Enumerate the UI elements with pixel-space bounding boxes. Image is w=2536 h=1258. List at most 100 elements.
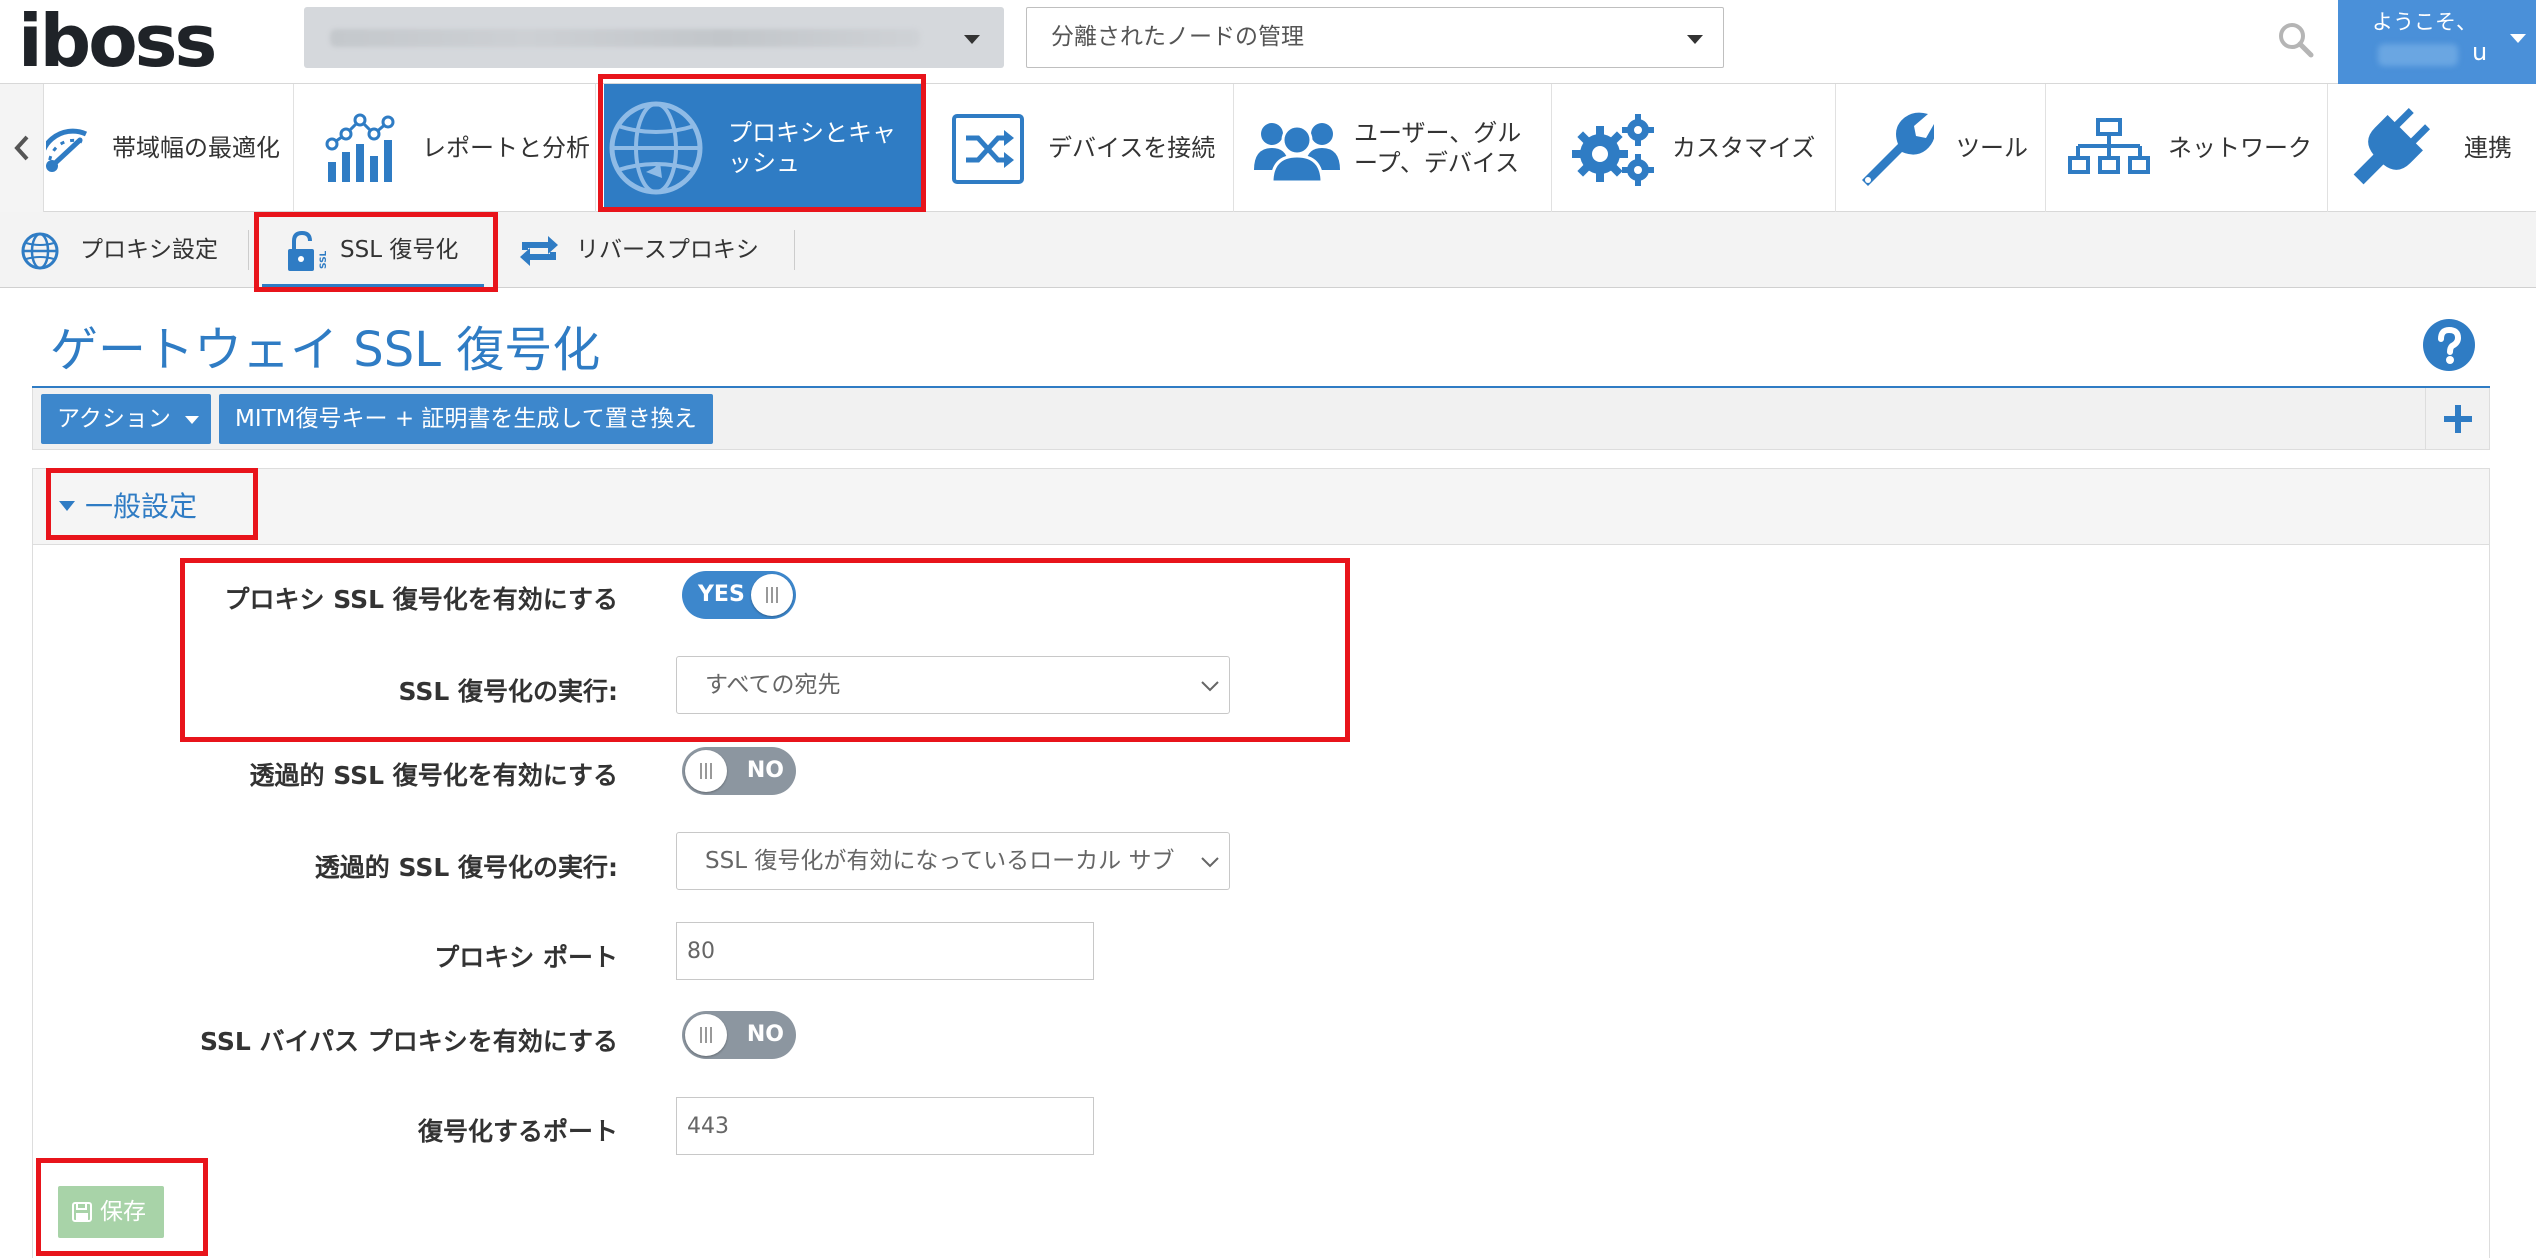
toggle-text: NO — [746, 1022, 784, 1047]
globe-icon — [609, 101, 703, 195]
nav-label-line: プロキシとキャ — [728, 119, 896, 147]
tab-reverse-proxy[interactable]: リバースプロキシ — [516, 212, 786, 288]
toggle-text: YES — [698, 582, 745, 607]
nav-label-line: ープ、デバイス — [1354, 149, 1520, 177]
plus-icon — [2444, 405, 2472, 433]
users-icon — [1254, 123, 1340, 184]
ssl-bypass-label: SSL バイパス プロキシを有効にする — [200, 1027, 618, 1056]
panel-title: 一般設定 — [85, 490, 198, 523]
ssl-exec-value: すべての宛先 — [705, 672, 841, 698]
nav-connect-device[interactable]: デバイスを接続 — [922, 84, 1234, 212]
user-menu[interactable]: ようこそ、 u — [2338, 0, 2536, 84]
nav-label: デバイスを接続 — [1048, 134, 1216, 162]
user-name: u — [2472, 38, 2488, 66]
wrench-icon — [1862, 112, 1934, 186]
ssl-exec-label-text: SSL 復号化の実行: — [398, 677, 618, 706]
nav-users-groups[interactable]: ユーザー、グル ープ、デバイス — [1234, 84, 1552, 212]
tab-label: SSL 復号化 — [340, 237, 459, 263]
transparent-exec-value: SSL 復号化が有効になっているローカル サブ — [705, 848, 1175, 874]
nav-reports[interactable]: レポートと分析 — [294, 84, 596, 212]
main-nav: 帯域幅の最適化 レポートと分析 プロキシとキャ ッシュ デバイスを接続 ユーザー… — [0, 84, 2536, 212]
triangle-down-icon — [59, 501, 75, 511]
tab-ssl-decryption[interactable]: SSL SSL 復号化 — [262, 212, 484, 288]
toolbar: アクション MITM復号キー + 証明書を生成して置き換え — [32, 388, 2490, 450]
user-name-redacted — [2378, 44, 2458, 66]
nav-label: レポートと分析 — [422, 134, 590, 162]
svg-text:SSL: SSL — [319, 250, 326, 269]
ssl-exec-select[interactable]: すべての宛先 — [676, 656, 1230, 714]
transparent-ssl-toggle[interactable]: NO — [682, 747, 796, 795]
nav-label: ユーザー、グル ープ、デバイス — [1354, 84, 1521, 212]
node-select[interactable] — [304, 7, 1004, 68]
generate-mitm-key-button[interactable]: MITM復号キー + 証明書を生成して置き換え — [219, 394, 713, 444]
nav-label: ネットワーク — [2168, 134, 2312, 162]
network-icon — [2068, 118, 2150, 174]
nav-label: ツール — [1956, 134, 2028, 162]
caret-down-icon — [1687, 35, 1703, 44]
tab-label: リバースプロキシ — [576, 237, 759, 263]
nav-label-line: ユーザー、グル — [1354, 119, 1522, 147]
actions-dropdown[interactable]: アクション — [41, 394, 211, 444]
nav-proxy-cache[interactable]: プロキシとキャ ッシュ — [604, 84, 922, 212]
ssl-exec-label: SSL 復号化の実行: — [398, 672, 618, 708]
chevron-down-icon — [1199, 679, 1221, 693]
nav-label-line: ッシュ — [728, 149, 800, 177]
toggle-text: NO — [746, 758, 784, 783]
transparent-exec-label: 透過的 SSL 復号化の実行: — [314, 853, 618, 882]
node-management-select[interactable]: 分離されたノードの管理 — [1026, 7, 1724, 68]
welcome-text: ようこそ、 — [2372, 10, 2477, 34]
toggle-knob — [685, 750, 727, 792]
transparent-ssl-label: 透過的 SSL 復号化を有効にする — [249, 761, 618, 790]
actions-label: アクション — [57, 406, 171, 432]
general-settings-header[interactable]: 一般設定 — [33, 469, 2489, 545]
transparent-exec-select[interactable]: SSL 復号化が有効になっているローカル サブ — [676, 832, 1230, 890]
divider — [794, 230, 795, 270]
sub-nav: プロキシ設定 SSL SSL 復号化 リバースプロキシ — [0, 212, 2536, 288]
decrypt-port-input[interactable] — [676, 1097, 1094, 1155]
floppy-disk-icon — [72, 1202, 92, 1222]
nav-label: カスタマイズ — [1672, 134, 1816, 162]
bar-chart-icon — [325, 113, 395, 182]
nav-label: 連携 — [2464, 134, 2512, 162]
caret-down-icon — [2510, 34, 2526, 43]
shuffle-icon — [952, 114, 1024, 184]
add-button[interactable] — [2425, 388, 2489, 450]
nav-network[interactable]: ネットワーク — [2046, 84, 2328, 212]
toggle-knob — [685, 1014, 727, 1056]
top-bar: iboss 分離されたノードの管理 ようこそ、 u — [0, 0, 2536, 84]
chevron-left-icon — [14, 135, 29, 161]
toggle-knob — [751, 574, 793, 616]
nav-integrations[interactable]: 連携 — [2328, 84, 2536, 212]
proxy-port-input[interactable] — [676, 922, 1094, 980]
page-title: ゲートウェイ SSL 復号化 — [50, 322, 601, 378]
gears-icon — [1572, 114, 1654, 186]
globe-icon — [21, 232, 59, 270]
divider — [248, 230, 249, 270]
logo-text: iboss — [18, 0, 217, 83]
nav-tools[interactable]: ツール — [1836, 84, 2046, 212]
nav-label: 帯域幅の最適化 — [112, 134, 280, 162]
proxy-ssl-toggle[interactable]: YES — [682, 571, 796, 619]
refresh-arrows-icon — [520, 236, 558, 266]
save-label: 保存 — [100, 1199, 146, 1225]
save-button[interactable]: 保存 — [58, 1186, 164, 1238]
nav-label: プロキシとキャ ッシュ — [728, 84, 896, 212]
node-select-value — [330, 29, 920, 47]
proxy-ssl-label: プロキシ SSL 復号化を有効にする — [224, 585, 618, 614]
tab-proxy-settings[interactable]: プロキシ設定 — [16, 212, 240, 288]
gauge-icon — [46, 128, 88, 172]
nav-customize[interactable]: カスタマイズ — [1552, 84, 1836, 212]
caret-down-icon — [185, 416, 199, 424]
nav-bandwidth[interactable]: 帯域幅の最適化 — [44, 84, 294, 212]
caret-down-icon — [964, 35, 980, 44]
ssl-bypass-toggle[interactable]: NO — [682, 1011, 796, 1059]
ssl-lock-icon: SSL — [288, 231, 326, 271]
help-icon[interactable] — [2422, 318, 2476, 372]
proxy-port-label: プロキシ ポート — [434, 943, 618, 972]
node-management-value: 分離されたノードの管理 — [1051, 24, 1304, 50]
iboss-logo[interactable]: iboss — [18, 4, 268, 78]
search-icon[interactable] — [2276, 20, 2316, 60]
plug-icon — [2353, 107, 2431, 185]
nav-scroll-left[interactable] — [0, 84, 44, 212]
tab-label: プロキシ設定 — [80, 237, 218, 263]
